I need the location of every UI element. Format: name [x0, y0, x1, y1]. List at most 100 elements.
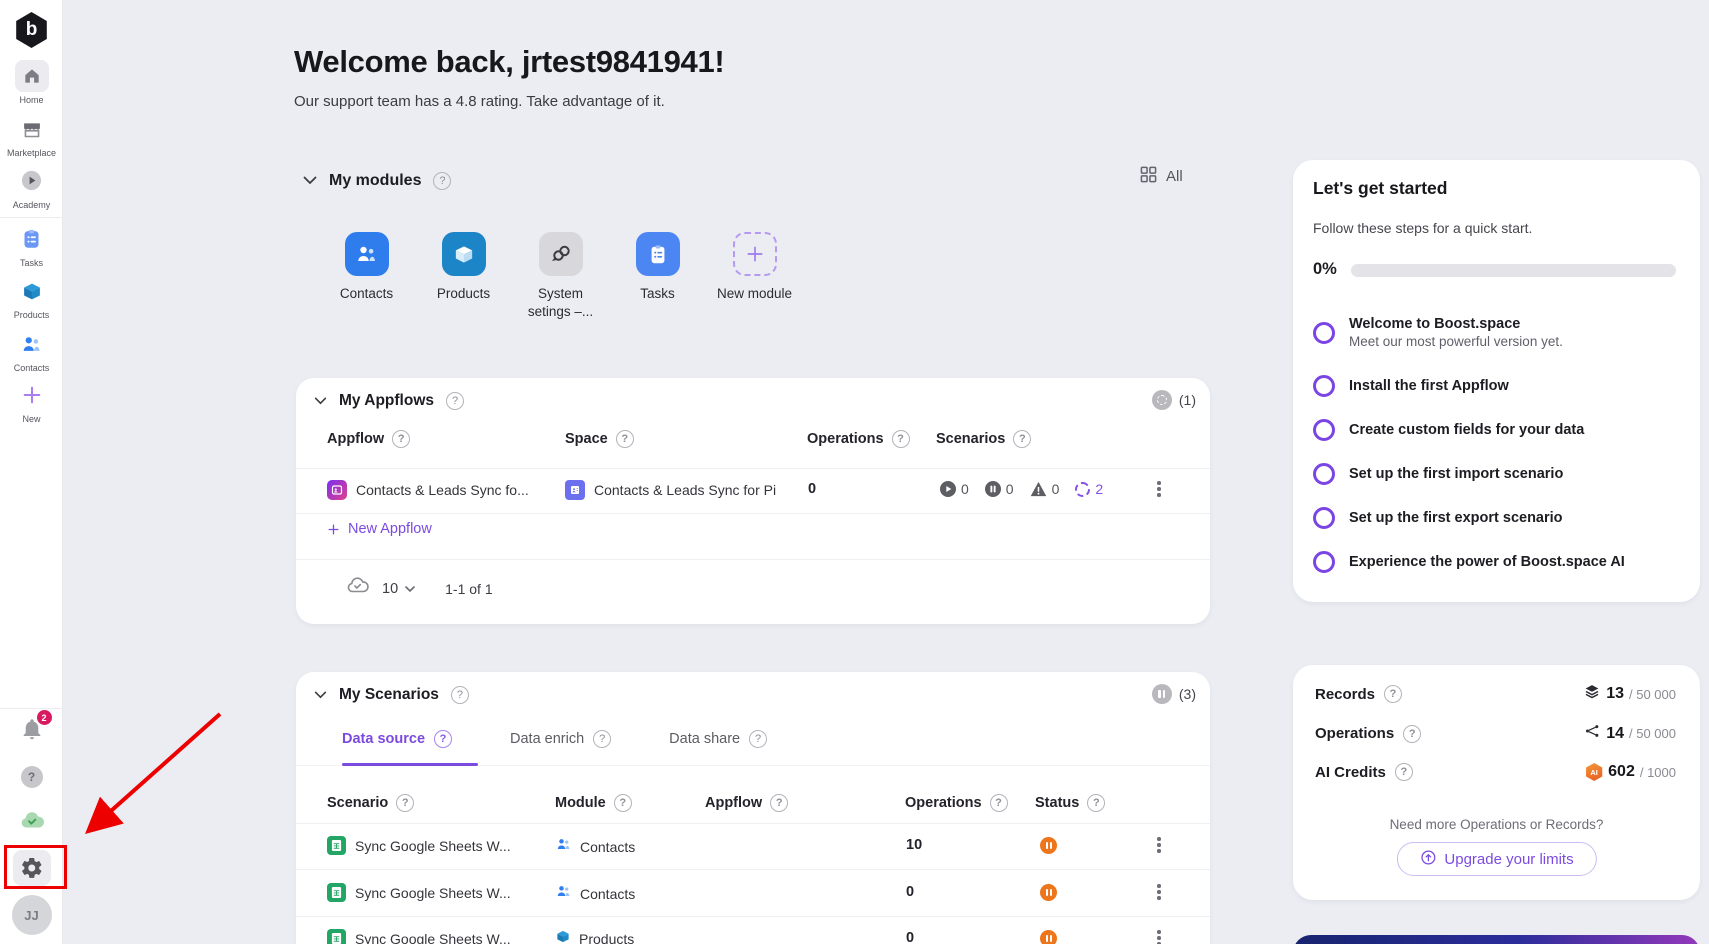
- sidebar-item-contacts[interactable]: Contacts: [0, 333, 63, 373]
- step-circle-icon[interactable]: [1313, 507, 1335, 529]
- col-appflow-help-icon[interactable]: ?: [392, 430, 410, 448]
- help-icon: ?: [21, 766, 43, 788]
- col-appflow: Appflow?: [327, 430, 410, 448]
- my-appflows-help-icon[interactable]: ?: [446, 392, 464, 410]
- col-space-help-icon[interactable]: ?: [616, 430, 634, 448]
- module-tasks[interactable]: Tasks: [609, 232, 706, 320]
- appflows-pagination: 10 1-1 of 1: [345, 576, 493, 601]
- my-modules-help-icon[interactable]: ?: [433, 172, 451, 190]
- notifications-button[interactable]: 2: [0, 716, 63, 747]
- play-circle-icon: [940, 481, 956, 497]
- step-circle-icon[interactable]: [1313, 463, 1335, 485]
- sidebar-divider: [0, 217, 63, 218]
- contacts-module-mini-icon: [555, 883, 572, 904]
- col-appflow2-help-icon[interactable]: ?: [770, 794, 788, 812]
- scenario-row[interactable]: Sync Google Sheets W... Contacts 10: [296, 823, 1210, 869]
- page-size-select[interactable]: 10: [382, 581, 415, 597]
- pause-circle-icon: [985, 481, 1001, 497]
- modules-row: Contacts Products System setings –... Ta…: [318, 232, 803, 320]
- sidebar-item-tasks[interactable]: Tasks: [0, 228, 63, 268]
- google-sheets-icon: [327, 836, 346, 855]
- page-subtitle: Our support team has a 4.8 rating. Take …: [294, 93, 665, 110]
- tab-data-share[interactable]: Data share?: [669, 730, 767, 748]
- scenario-row-menu[interactable]: [1154, 834, 1164, 856]
- get-started-subtitle: Follow these steps for a quick start.: [1313, 220, 1532, 236]
- my-scenarios-help-icon[interactable]: ?: [451, 686, 469, 704]
- upgrade-limits-button[interactable]: Upgrade your limits: [1396, 842, 1596, 876]
- module-products[interactable]: Products: [415, 232, 512, 320]
- appflow-row[interactable]: Contacts & Leads Sync fo... Contacts & L…: [296, 468, 1210, 513]
- chevron-down-icon[interactable]: [314, 686, 327, 704]
- new-appflow-button[interactable]: New Appflow: [327, 521, 432, 537]
- my-appflows-title: My Appflows: [339, 392, 434, 410]
- step-circle-icon[interactable]: [1313, 322, 1335, 344]
- paused-scenarios-icon: [1152, 684, 1172, 704]
- sidebar-item-new[interactable]: New: [0, 384, 63, 424]
- step-custom-fields[interactable]: Create custom fields for your data: [1313, 419, 1684, 441]
- module-new[interactable]: New module: [706, 232, 803, 320]
- appflow-row-menu[interactable]: [1154, 478, 1164, 500]
- sidebar-item-home[interactable]: Home: [0, 60, 63, 105]
- my-scenarios-card: My Scenarios ? (3) Data source? Data enr…: [296, 672, 1210, 944]
- operations-row: Operations? 14 / 50 000: [1315, 723, 1676, 744]
- step-import-scenario[interactable]: Set up the first import scenario: [1313, 463, 1684, 485]
- sidebar-item-products[interactable]: Products: [0, 281, 63, 320]
- col-operations2-help-icon[interactable]: ?: [990, 794, 1008, 812]
- col-operations2: Operations?: [905, 794, 1008, 812]
- tab-data-source[interactable]: Data source?: [342, 730, 452, 748]
- col-scenarios: Scenarios?: [936, 430, 1031, 448]
- col-space: Space?: [565, 430, 634, 448]
- col-status-help-icon[interactable]: ?: [1087, 794, 1105, 812]
- scenario-row-menu[interactable]: [1154, 881, 1164, 903]
- ai-credits-label: AI Credits: [1315, 764, 1386, 781]
- sync-status-button[interactable]: [0, 810, 63, 837]
- col-operations-help-icon[interactable]: ?: [892, 430, 910, 448]
- scenario-name: Sync Google Sheets W...: [355, 931, 511, 944]
- app-logo[interactable]: b: [0, 12, 63, 48]
- page-title: Welcome back, jrtest9841941!: [294, 44, 724, 80]
- module-contacts[interactable]: Contacts: [318, 232, 415, 320]
- records-row: Records? 13 / 50 000: [1315, 683, 1676, 705]
- active-tab-underline: [342, 763, 478, 766]
- step-circle-icon[interactable]: [1313, 419, 1335, 441]
- col-module: Module?: [555, 794, 632, 812]
- scenario-row-menu[interactable]: [1154, 927, 1164, 944]
- ai-credits-value: 602: [1608, 763, 1635, 781]
- step-circle-icon[interactable]: [1313, 375, 1335, 397]
- step-install-appflow[interactable]: Install the first Appflow: [1313, 375, 1684, 397]
- chevron-down-icon[interactable]: [303, 172, 317, 190]
- help-button[interactable]: ?: [0, 766, 63, 788]
- col-scenario-help-icon[interactable]: ?: [396, 794, 414, 812]
- chevron-down-icon[interactable]: [314, 392, 327, 410]
- step-circle-icon[interactable]: [1313, 551, 1335, 573]
- module-system-settings[interactable]: System setings –...: [512, 232, 609, 320]
- ai-credits-help-icon[interactable]: ?: [1395, 763, 1413, 781]
- step-export-scenario[interactable]: Set up the first export scenario: [1313, 507, 1684, 529]
- tab-data-share-help-icon[interactable]: ?: [749, 730, 767, 748]
- records-help-icon[interactable]: ?: [1384, 685, 1402, 703]
- scenario-row[interactable]: Sync Google Sheets W... Products 0: [296, 916, 1210, 944]
- scenario-row[interactable]: Sync Google Sheets W... Contacts 0: [296, 869, 1210, 916]
- google-sheets-icon: [327, 883, 346, 902]
- step-boost-ai[interactable]: Experience the power of Boost.space AI: [1313, 551, 1684, 573]
- tab-data-enrich[interactable]: Data enrich?: [510, 730, 611, 748]
- cloud-sync-icon: [345, 576, 370, 601]
- sidebar-item-academy[interactable]: Academy: [0, 169, 63, 210]
- new-module-plus-icon: [733, 232, 777, 276]
- operations-help-icon[interactable]: ?: [1403, 725, 1421, 743]
- upgrade-icon: [1419, 849, 1436, 870]
- sidebar-label-contacts: Contacts: [14, 363, 50, 373]
- step-welcome[interactable]: Welcome to Boost.space Meet our most pow…: [1313, 316, 1684, 349]
- scenario-operations-value: 0: [906, 884, 914, 900]
- col-status: Status?: [1035, 794, 1105, 812]
- all-modules-button[interactable]: All: [1140, 166, 1183, 187]
- sidebar-item-marketplace[interactable]: Marketplace: [0, 119, 63, 158]
- tab-data-enrich-help-icon[interactable]: ?: [593, 730, 611, 748]
- academy-play-icon: [20, 169, 43, 197]
- col-scenarios-help-icon[interactable]: ?: [1013, 430, 1031, 448]
- col-module-help-icon[interactable]: ?: [614, 794, 632, 812]
- tab-data-source-help-icon[interactable]: ?: [434, 730, 452, 748]
- running-stat: 0: [940, 481, 969, 497]
- user-avatar[interactable]: JJ: [0, 895, 63, 935]
- caret-down-icon: [405, 586, 415, 592]
